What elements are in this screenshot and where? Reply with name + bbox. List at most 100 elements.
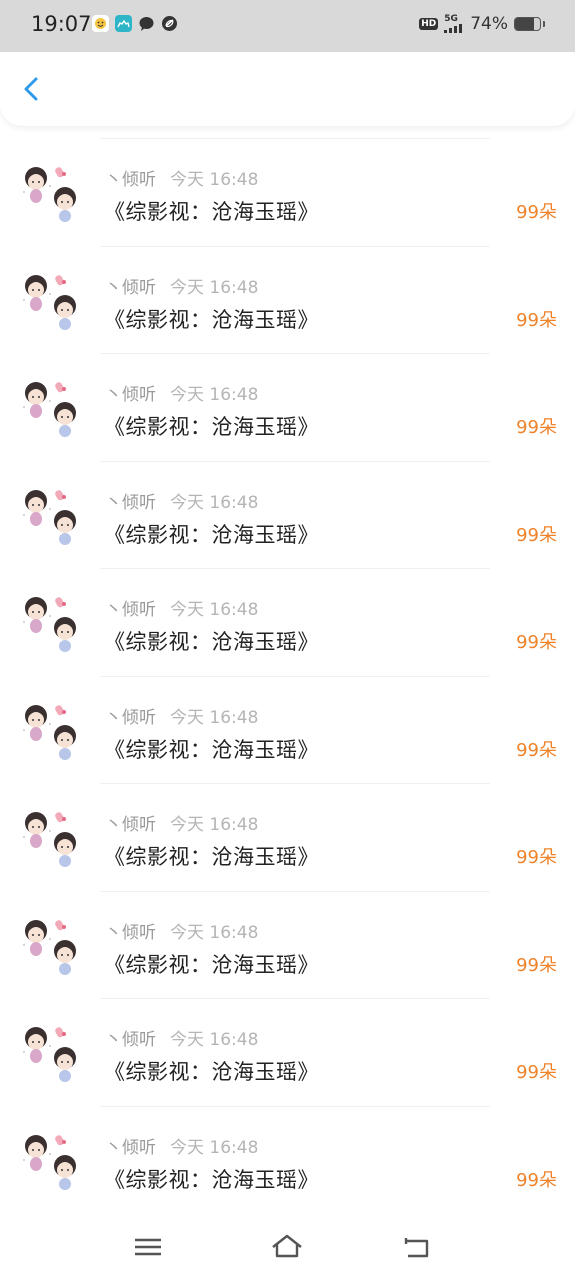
timestamp: 今天 16:48 xyxy=(170,707,259,728)
user-name[interactable]: 丶倾听 xyxy=(105,165,156,190)
book-title[interactable]: 《综影视：沧海玉瑶》 xyxy=(104,841,319,871)
flower-count: 99朵 xyxy=(516,524,557,546)
user-name[interactable]: 丶倾听 xyxy=(105,273,156,298)
name-row: 丶倾听 今天 16:48 xyxy=(105,703,258,728)
book-title[interactable]: 《综影视：沧海玉瑶》 xyxy=(104,626,319,656)
timestamp: 今天 16:48 xyxy=(170,1030,259,1050)
avatar[interactable] xyxy=(20,164,82,224)
signal-group: 5G xyxy=(444,15,464,33)
book-title[interactable]: 《综影视：沧海玉瑶》 xyxy=(104,196,319,226)
chat-bubble-icon xyxy=(139,17,154,31)
gift-list: 丶倾听 今天 16:48 《综影视：沧海玉瑶》 99朵 丶倾听 今天 16:48… xyxy=(0,138,575,1213)
battery-fill xyxy=(515,18,534,30)
list-item[interactable]: 丶倾听 今天 16:48 《综影视：沧海玉瑶》 99朵 xyxy=(0,245,575,354)
avatar[interactable] xyxy=(20,1024,82,1084)
user-name[interactable]: 丶倾听 xyxy=(105,595,156,620)
user-name[interactable]: 丶倾听 xyxy=(105,703,156,728)
hd-badge: HD xyxy=(419,18,439,30)
list-item[interactable]: 丶倾听 今天 16:48 《综影视：沧海玉瑶》 99朵 xyxy=(0,353,575,461)
timestamp: 今天 16:48 xyxy=(170,170,259,190)
flower-count: 99朵 xyxy=(516,739,557,761)
header-bar xyxy=(0,52,575,126)
avatar[interactable] xyxy=(20,1132,82,1192)
name-row: 丶倾听 今天 16:48 xyxy=(105,488,258,513)
timestamp: 今天 16:48 xyxy=(170,277,259,298)
network-label: 5G xyxy=(444,14,458,24)
timestamp: 今天 16:48 xyxy=(170,922,259,943)
divider xyxy=(100,245,490,247)
list-item[interactable]: 丶倾听 今天 16:48 《综影视：沧海玉瑶》 99朵 xyxy=(0,890,575,999)
timestamp: 今天 16:48 xyxy=(170,385,259,405)
flower-count: 99朵 xyxy=(516,847,557,868)
divider xyxy=(100,783,490,784)
battery-icon xyxy=(514,17,541,31)
camel-app-icon xyxy=(115,15,132,32)
battery-cap xyxy=(543,21,545,27)
divider xyxy=(100,1105,490,1107)
avatar[interactable] xyxy=(20,917,82,977)
signal-icon xyxy=(444,24,463,33)
flower-count: 99朵 xyxy=(516,1169,557,1191)
home-icon xyxy=(272,1234,302,1258)
avatar[interactable] xyxy=(20,594,82,654)
status-time: 19:07 xyxy=(31,12,92,36)
flower-count: 99朵 xyxy=(516,1062,557,1083)
book-title[interactable]: 《综影视：沧海玉瑶》 xyxy=(104,734,319,764)
back-nav-button[interactable] xyxy=(400,1232,434,1262)
user-name[interactable]: 丶倾听 xyxy=(105,1025,156,1050)
system-nav-bar xyxy=(0,1214,575,1280)
flower-count: 99朵 xyxy=(516,202,557,223)
name-row: 丶倾听 今天 16:48 xyxy=(105,810,258,835)
divider xyxy=(100,138,490,139)
list-item[interactable]: 丶倾听 今天 16:48 《综影视：沧海玉瑶》 99朵 xyxy=(0,675,575,784)
name-row: 丶倾听 今天 16:48 xyxy=(105,595,258,620)
list-item[interactable]: 丶倾听 今天 16:48 《综影视：沧海玉瑶》 99朵 xyxy=(0,998,575,1106)
divider xyxy=(100,890,490,892)
divider xyxy=(100,998,490,999)
back-button[interactable] xyxy=(16,72,50,106)
book-title[interactable]: 《综影视：沧海玉瑶》 xyxy=(104,411,319,441)
home-button[interactable] xyxy=(270,1232,304,1262)
flower-count: 99朵 xyxy=(516,632,557,653)
divider xyxy=(100,460,490,462)
timestamp: 今天 16:48 xyxy=(170,600,259,620)
list-item[interactable]: 丶倾听 今天 16:48 《综影视：沧海玉瑶》 99朵 xyxy=(0,568,575,676)
name-row: 丶倾听 今天 16:48 xyxy=(105,918,258,943)
chevron-left-icon xyxy=(24,77,38,101)
avatar[interactable] xyxy=(20,487,82,547)
status-bar: 19:07 HD 5G 74% xyxy=(0,0,575,52)
user-name[interactable]: 丶倾听 xyxy=(105,918,156,943)
timestamp: 今天 16:48 xyxy=(170,1137,259,1158)
link-app-icon xyxy=(162,16,177,31)
emoji-app-icon xyxy=(92,15,109,32)
book-title[interactable]: 《综影视：沧海玉瑶》 xyxy=(104,1164,319,1194)
status-right: HD 5G 74% xyxy=(419,14,545,34)
user-name[interactable]: 丶倾听 xyxy=(105,488,156,513)
menu-icon xyxy=(135,1238,161,1256)
list-item[interactable]: 丶倾听 今天 16:48 《综影视：沧海玉瑶》 99朵 xyxy=(0,460,575,569)
timestamp: 今天 16:48 xyxy=(170,815,259,835)
divider xyxy=(100,568,490,569)
avatar[interactable] xyxy=(20,379,82,439)
avatar[interactable] xyxy=(20,809,82,869)
user-name[interactable]: 丶倾听 xyxy=(105,380,156,405)
book-title[interactable]: 《综影视：沧海玉瑶》 xyxy=(104,519,319,549)
name-row: 丶倾听 今天 16:48 xyxy=(105,165,258,190)
flower-count: 99朵 xyxy=(516,417,557,438)
book-title[interactable]: 《综影视：沧海玉瑶》 xyxy=(104,949,319,979)
divider xyxy=(100,353,490,354)
name-row: 丶倾听 今天 16:48 xyxy=(105,1133,258,1158)
flower-count: 99朵 xyxy=(516,954,557,976)
book-title[interactable]: 《综影视：沧海玉瑶》 xyxy=(104,1056,319,1086)
avatar[interactable] xyxy=(20,272,82,332)
notification-icons xyxy=(92,15,178,32)
list-item[interactable]: 丶倾听 今天 16:48 《综影视：沧海玉瑶》 99朵 xyxy=(0,138,575,246)
battery-percent: 74% xyxy=(470,14,508,34)
menu-button[interactable] xyxy=(131,1232,165,1262)
list-item[interactable]: 丶倾听 今天 16:48 《综影视：沧海玉瑶》 99朵 xyxy=(0,1105,575,1214)
user-name[interactable]: 丶倾听 xyxy=(105,1133,156,1158)
list-item[interactable]: 丶倾听 今天 16:48 《综影视：沧海玉瑶》 99朵 xyxy=(0,783,575,891)
book-title[interactable]: 《综影视：沧海玉瑶》 xyxy=(104,304,319,334)
avatar[interactable] xyxy=(20,702,82,762)
user-name[interactable]: 丶倾听 xyxy=(105,810,156,835)
